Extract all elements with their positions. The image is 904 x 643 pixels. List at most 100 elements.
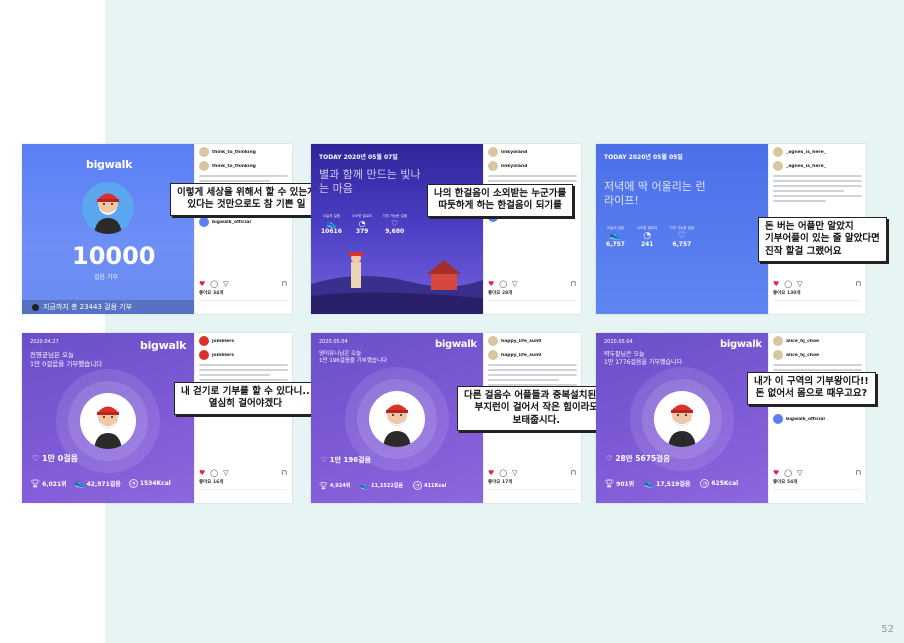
review-callout: 내 걷기로 기부를 할 수 있다니.. 열심히 걸어야겠다 (174, 382, 317, 415)
big-number-sub: 걸음 기부 (94, 274, 118, 281)
stat: ◔ 1534Kcal (128, 479, 171, 488)
review-callout: 나의 한걸음이 소외받는 누군가를 따듯하게 하는 한걸음이 되기를 (427, 184, 574, 217)
post-username[interactable]: think_to_thinking (212, 150, 256, 155)
comment-username[interactable]: _agnes_is_here_ (786, 164, 826, 169)
avatar (488, 350, 498, 360)
avatar (199, 217, 209, 227)
comment-icon[interactable]: ◯ (499, 469, 507, 477)
today-header: TODAY 2020년 05월 05일 (604, 154, 683, 161)
callout-line: 진작 할걸 그랬어요 (765, 245, 842, 257)
post-image: 2020.04.27 bigwalk 전영균님은 오늘 1만 0걸음을 기부했습… (22, 333, 194, 503)
bookmark-icon[interactable]: ⊓ (856, 280, 861, 288)
avatar (488, 161, 498, 171)
post-date: 2020.05.04 (604, 339, 633, 345)
caption-text-lines (773, 175, 862, 202)
stat-value: 901위 (616, 481, 635, 488)
heart-icon[interactable]: ♥ (488, 280, 494, 288)
comment-input[interactable] (773, 489, 861, 497)
comment-input[interactable] (488, 489, 576, 497)
night-landscape-illustration (311, 252, 483, 314)
stat: 기부 가능한 걸음 ♡ 9,680 (382, 214, 407, 235)
callout-line: 돈 버는 어플만 알았지 (765, 221, 854, 232)
heart-icon[interactable]: ♥ (199, 280, 205, 288)
share-icon[interactable]: ▽ (223, 469, 228, 477)
bigwalk-logo: bigwalk (140, 339, 187, 352)
stats-row: 오늘의 걸음 👟 6,757 소모한 칼로리 ◔ 241 기부 가능한 걸음 ♡… (606, 226, 694, 248)
stat-value: 241 (640, 241, 654, 248)
share-icon[interactable]: ▽ (223, 280, 228, 288)
stat: 🏆︎ 901위 (604, 479, 634, 488)
post-username[interactable]: linkyoland (501, 150, 527, 155)
review-callout: 돈 버는 어플만 알았지 기부어플이 있는 줄 알았다면 진작 할걸 그랬어요 (758, 217, 887, 263)
post-username[interactable]: _agnes_is_here_ (786, 150, 826, 155)
stat-label: 소모한 칼로리 (636, 226, 658, 230)
heart-icon[interactable]: ♥ (773, 280, 779, 288)
callout-line: 열심히 걸어야겠다 (208, 398, 282, 410)
comment-username[interactable]: bigwalk_official (212, 220, 251, 225)
comment-icon[interactable]: ◯ (499, 280, 507, 288)
post-image: TODAY 2020년 05월 05일 저녁에 딱 어울리는 런 라이프! 오늘… (596, 144, 768, 314)
instagram-post-card: TODAY 2020년 05월 07일 별과 함께 만드는 빛나는 마음 오늘의… (311, 144, 581, 314)
summary-line: 1만 0걸음을 기부했습니다 (30, 359, 103, 368)
instagram-post-card: 2020.04.27 bigwalk 전영균님은 오늘 1만 0걸음을 기부했습… (22, 333, 292, 503)
review-callout: 내가 이 구역의 기부왕이다!! 돈 없어서 몸으로 때우고요? (747, 372, 876, 405)
comment-input[interactable] (488, 300, 576, 308)
comment-username[interactable]: bigwalk_official (786, 417, 825, 422)
steps-value: 1만 196걸음 (329, 456, 371, 464)
daily-summary: 영미유니님은 오늘 1만 196걸음을 기부했습니다 (319, 351, 387, 366)
bookmark-icon[interactable]: ⊓ (856, 469, 861, 477)
share-icon[interactable]: ▽ (797, 280, 802, 288)
hand-heart-icon: ♡ (606, 454, 616, 463)
stat: 오늘의 걸음 👟 6,757 (606, 226, 625, 248)
comment-icon[interactable]: ◯ (784, 280, 792, 288)
walker-illustration (383, 404, 411, 447)
avatar (199, 147, 209, 157)
bookmark-icon[interactable]: ⊓ (571, 280, 576, 288)
post-username[interactable]: jomblers (212, 339, 234, 344)
summary-line: 전영균님은 오늘 (30, 351, 74, 359)
avatar (369, 391, 425, 447)
comment-icon[interactable]: ◯ (210, 280, 218, 288)
instagram-post-card: 2020.05.04 bigwalk 력두팔님은 오늘 1만 1776걸음을 기… (596, 333, 866, 503)
daily-summary: 력두팔님은 오늘 1만 1776걸음을 기부했습니다 (604, 351, 682, 367)
comment-input[interactable] (773, 300, 861, 308)
post-sidebar: jomblers jomblers ♥ ◯ ▽ ⊓ 좋아요 16개 (194, 333, 292, 503)
comment-username[interactable]: jomblers (212, 353, 234, 358)
post-username[interactable]: alice_hj_choe (786, 339, 819, 344)
share-icon[interactable]: ▽ (512, 469, 517, 477)
heart-icon[interactable]: ♥ (773, 469, 779, 477)
comment-icon[interactable]: ◯ (210, 469, 218, 477)
heart-icon[interactable]: ♥ (488, 469, 494, 477)
post-image: 2020.05.04 bigwalk 력두팔님은 오늘 1만 1776걸음을 기… (596, 333, 768, 503)
comment-username[interactable]: happy_life_sun0 (501, 353, 541, 358)
post-sidebar: alice_hj_choe alice_hj_choe bigwalk_offi… (768, 333, 866, 503)
comment-input[interactable] (199, 300, 287, 308)
avatar (488, 336, 498, 346)
headline: 별과 함께 만드는 빛나는 마음 (319, 168, 421, 196)
comment-icon[interactable]: ◯ (784, 469, 792, 477)
stat: 오늘의 걸음 👟 10616 (321, 214, 342, 235)
comment-username[interactable]: alice_hj_choe (786, 353, 819, 358)
hand-heart-icon: ♡ (677, 231, 686, 241)
callout-line: 부지런이 걸어서 작은 힘이라도 (474, 402, 599, 414)
flame-icon: ◔ (643, 231, 652, 241)
heart-icon[interactable]: ♥ (199, 469, 205, 477)
comment-username[interactable]: linkyoland (501, 164, 527, 169)
comment-username[interactable]: think_to_thinking (212, 164, 256, 169)
bookmark-icon[interactable]: ⊓ (282, 280, 287, 288)
stat-value: 6,757 (672, 241, 692, 248)
callout-line: 보태줍시다. (512, 414, 560, 426)
bookmark-icon[interactable]: ⊓ (571, 469, 576, 477)
comment-input[interactable] (199, 489, 287, 497)
summary-line: 1만 196걸음을 기부했습니다 (319, 358, 388, 365)
share-icon[interactable]: ▽ (512, 280, 517, 288)
avatar (773, 414, 783, 424)
bookmark-icon[interactable]: ⊓ (282, 469, 287, 477)
slide-background (105, 0, 904, 643)
post-image: bigwalk 10000 걸음 기부 지금까지 총 23443 걸음 기부 (22, 144, 194, 314)
share-icon[interactable]: ▽ (797, 469, 802, 477)
walker-illustration (668, 404, 696, 447)
post-username[interactable]: happy_life_sun0 (501, 339, 541, 344)
like-count: 좋아요 54개 (773, 480, 798, 485)
stat-label: 오늘의 걸음 (606, 226, 625, 230)
